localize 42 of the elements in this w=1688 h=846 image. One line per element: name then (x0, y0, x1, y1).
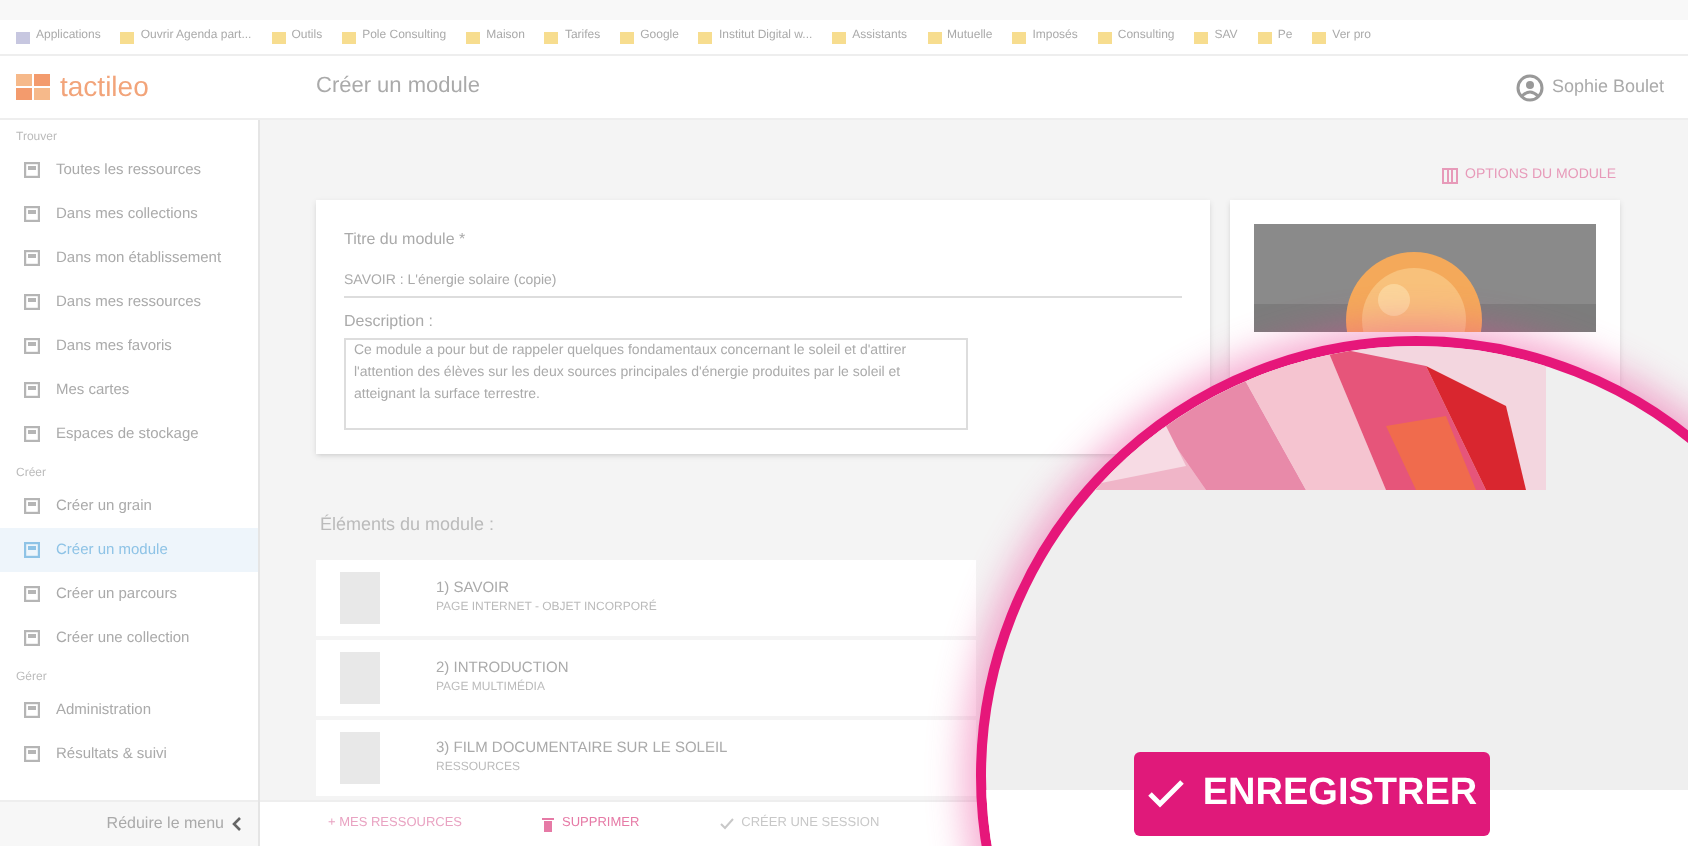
folder-icon (271, 31, 286, 43)
checkmark-icon (719, 818, 734, 830)
folder-icon (1012, 31, 1027, 43)
user-name[interactable]: Sophie Boulet (1551, 73, 1664, 101)
folder-icon (1194, 31, 1209, 43)
document-icon (24, 382, 40, 398)
page-title: Créer un module (316, 72, 480, 103)
document-icon (24, 426, 40, 442)
section-heading: Éléments du module : (318, 512, 497, 538)
document-icon (24, 498, 40, 514)
folder-icon (1097, 31, 1112, 43)
document-icon (24, 702, 40, 718)
folder-icon (1312, 31, 1327, 43)
folder-icon (927, 31, 942, 43)
folder-icon (466, 31, 481, 43)
checkmark-icon (1146, 778, 1187, 810)
folder-icon (120, 31, 135, 43)
grid-icon (1441, 168, 1458, 184)
document-icon (24, 630, 40, 646)
user-avatar-icon[interactable] (1515, 73, 1544, 101)
logo-text: tactileo (60, 68, 149, 106)
field-label: Titre du module * (344, 228, 468, 252)
document-icon (24, 206, 40, 222)
folder-icon (832, 31, 847, 43)
folder-icon (342, 31, 357, 43)
folder-icon (620, 31, 635, 43)
folder-icon (544, 31, 559, 43)
document-icon (24, 338, 40, 354)
field-label: Description : (344, 310, 435, 334)
trash-icon (542, 817, 555, 831)
save-button[interactable]: ENREGISTRER (1134, 752, 1490, 836)
document-icon (24, 542, 40, 558)
document-icon (24, 294, 40, 310)
folder-icon (1257, 31, 1272, 43)
document-icon (24, 162, 40, 178)
folder-icon (698, 31, 713, 43)
logo-icon (16, 73, 52, 101)
document-icon (24, 586, 40, 602)
document-icon (24, 250, 40, 266)
folder-icon (16, 31, 30, 43)
document-icon (24, 746, 40, 762)
chevron-left-icon (232, 816, 242, 832)
